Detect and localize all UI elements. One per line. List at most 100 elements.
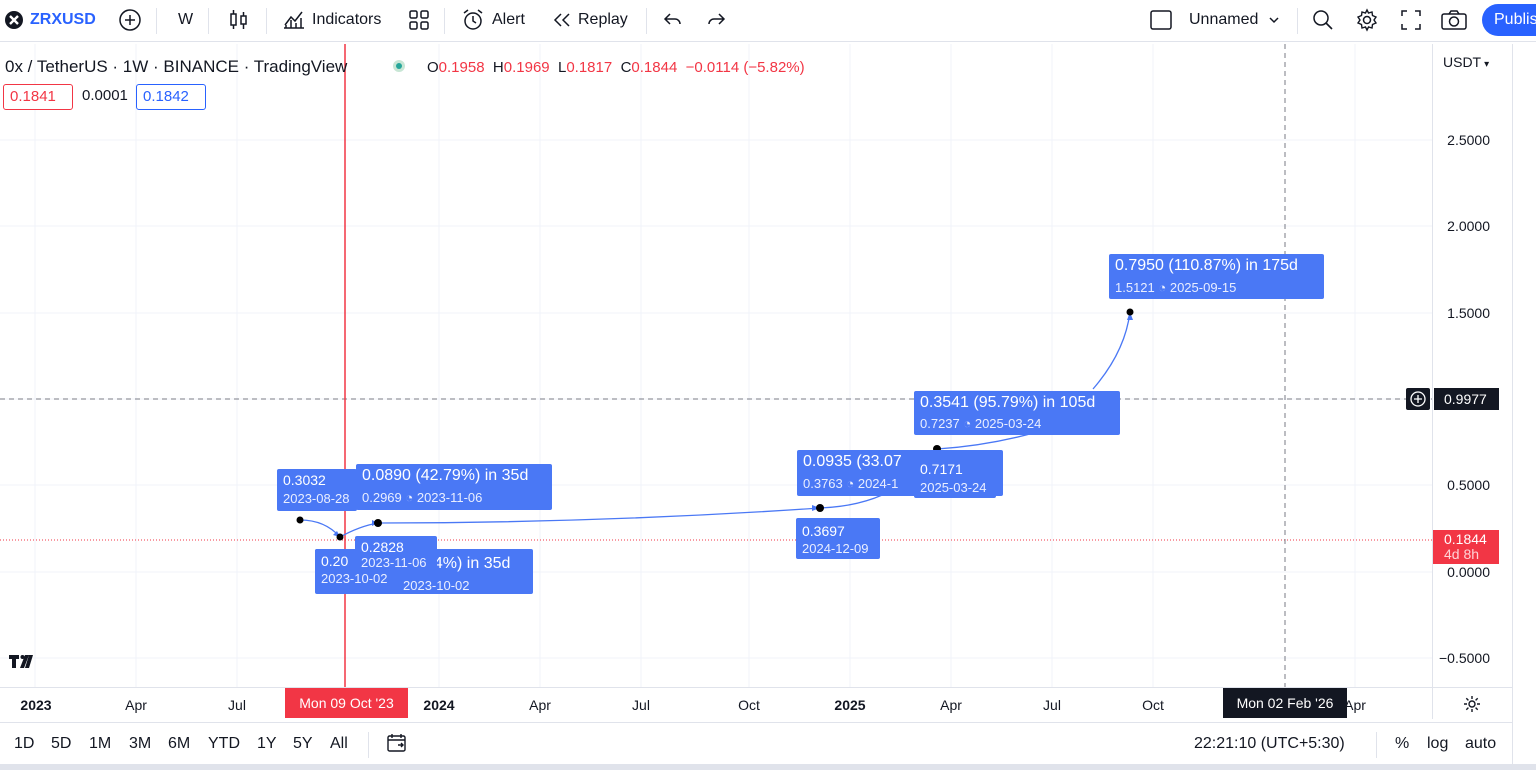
price-axis[interactable]: USDT ▾ 2.5000 2.0000 1.5000 0.5000 0.0000… <box>1432 44 1512 687</box>
time-tick: 2025 <box>834 697 866 713</box>
price-tick: 1.5000 <box>1447 305 1490 321</box>
time-tick: Apr <box>529 697 551 713</box>
add-alert-crosshair-button[interactable] <box>1406 388 1430 410</box>
layout-name-label: Unnamed <box>1189 11 1259 28</box>
indicators-button[interactable]: Indicators <box>282 0 381 40</box>
redo-button[interactable] <box>705 0 727 40</box>
projection-label-a8[interactable]: 0.3697 2024-12-09 <box>796 518 880 559</box>
projection-label-a4[interactable]: 0.2828 2023-11-06 <box>355 536 437 572</box>
currency-selector[interactable]: USDT ▾ <box>1443 54 1489 70</box>
projection-label-a9[interactable]: 0.3541 (95.79%) in 105d 0.7237 ◔ 2025-03… <box>914 391 1120 435</box>
camera-icon <box>1440 8 1468 32</box>
selected-date-label: Mon 09 Oct '23 <box>285 688 408 718</box>
alert-label: Alert <box>492 11 525 28</box>
range-3m-button[interactable]: 3M <box>129 735 151 753</box>
search-icon <box>1311 8 1335 32</box>
crosshair-date-label: Mon 02 Feb '26 <box>1223 688 1347 718</box>
zrx-logo-icon <box>4 10 24 30</box>
gear-icon <box>1355 8 1379 32</box>
time-axis[interactable]: 2023 Apr Jul 2024 Apr Jul Oct 2025 Apr J… <box>0 687 1432 719</box>
range-6m-button[interactable]: 6M <box>168 735 190 753</box>
candles-icon <box>228 8 250 32</box>
time-tick: Apr <box>940 697 962 713</box>
price-tick: 2.5000 <box>1447 132 1490 148</box>
spread-value: 0.0001 <box>76 84 134 110</box>
add-symbol-button[interactable] <box>118 0 142 40</box>
range-all-button[interactable]: All <box>330 735 348 753</box>
bottom-edge <box>0 764 1536 770</box>
right-widget-bar[interactable] <box>1512 44 1536 770</box>
replay-label: Replay <box>578 11 628 28</box>
price-tick: 0.5000 <box>1447 477 1490 493</box>
layout-icon <box>1149 8 1173 32</box>
range-ytd-button[interactable]: YTD <box>208 735 240 753</box>
buy-price-button[interactable]: 0.1842 <box>136 84 206 110</box>
fullscreen-icon <box>1399 8 1423 32</box>
chart-type-button[interactable] <box>228 0 250 40</box>
projection-label-a7[interactable]: 0.7171 2025-03-24 <box>914 458 996 498</box>
chevron-down-icon <box>1268 14 1280 26</box>
range-1d-button[interactable]: 1D <box>14 735 34 753</box>
replay-icon <box>552 10 572 30</box>
time-tick: Apr <box>1344 697 1366 713</box>
undo-icon <box>662 9 684 31</box>
projection-label-a10[interactable]: 0.7950 (110.87%) in 175d 1.5121 ◔ 2025-0… <box>1109 254 1324 299</box>
crosshair-price-label: 0.9977 <box>1434 388 1499 410</box>
time-tick: Jul <box>1043 697 1061 713</box>
clock-timezone[interactable]: 22:21:10 (UTC+5:30) <box>1194 735 1345 753</box>
plus-circle-icon <box>1410 391 1426 407</box>
symbol-search-button[interactable]: ZRXUSD <box>4 0 96 40</box>
indicators-icon <box>282 8 306 32</box>
search-button[interactable] <box>1311 0 1335 40</box>
range-1y-button[interactable]: 1Y <box>257 735 277 753</box>
replay-button[interactable]: Replay <box>552 0 628 40</box>
time-tick: Jul <box>228 697 246 713</box>
interval-button[interactable]: W <box>178 0 193 40</box>
goto-date-button[interactable] <box>386 732 408 759</box>
fullscreen-button[interactable] <box>1399 0 1423 40</box>
templates-button[interactable] <box>407 0 431 40</box>
bottom-toolbar: 1D 5D 1M 3M 6M YTD 1Y 5Y All 22:21:10 (U… <box>0 722 1512 766</box>
time-tick: 2024 <box>423 697 455 713</box>
chart-settings-button[interactable] <box>1432 687 1512 719</box>
indicators-label: Indicators <box>312 11 382 28</box>
settings-icon <box>1464 696 1480 712</box>
layout-button[interactable]: Unnamed <box>1149 0 1280 40</box>
projection-label-a1[interactable]: 0.3032 2023-08-28 <box>277 469 357 511</box>
publish-button[interactable]: Publish <box>1482 4 1536 36</box>
add-symbol-icon <box>118 8 142 32</box>
projection-label-a2[interactable]: 0.0890 (42.79%) in 35d 0.2969 ◔ 2023-11-… <box>356 464 552 510</box>
alert-button[interactable]: Alert <box>460 0 525 40</box>
price-tick: 2.0000 <box>1447 218 1490 234</box>
templates-icon <box>407 8 431 32</box>
log-scale-button[interactable]: log <box>1427 735 1448 753</box>
range-1m-button[interactable]: 1M <box>89 735 111 753</box>
market-status-icon[interactable] <box>393 60 405 72</box>
snapshot-button[interactable] <box>1440 0 1468 40</box>
range-5d-button[interactable]: 5D <box>51 735 71 753</box>
last-price-label: 0.1844 4d 8h <box>1433 530 1499 564</box>
price-tick: −0.5000 <box>1439 650 1490 666</box>
calendar-icon <box>387 734 406 752</box>
undo-button[interactable] <box>662 0 684 40</box>
range-5y-button[interactable]: 5Y <box>293 735 313 753</box>
redo-icon <box>705 9 727 31</box>
alert-icon <box>460 7 486 33</box>
interval-label: W <box>178 11 194 28</box>
settings-button[interactable] <box>1355 0 1379 40</box>
top-toolbar: ZRXUSD W Indicators Alert Replay Unnamed… <box>0 0 1536 42</box>
time-tick: 2023 <box>20 697 52 713</box>
time-tick: Apr <box>125 697 147 713</box>
time-tick: Jul <box>632 697 650 713</box>
time-tick: Oct <box>1142 697 1164 713</box>
auto-scale-button[interactable]: auto <box>1465 735 1496 753</box>
sell-price-button[interactable]: 0.1841 <box>3 84 73 110</box>
symbol-label: ZRXUSD <box>30 11 96 28</box>
price-tick: 0.0000 <box>1447 564 1490 580</box>
ohlc-values: O0.1958 H0.1969 L0.1817 C0.1844 −0.0114 … <box>427 59 805 76</box>
time-tick: Oct <box>738 697 760 713</box>
symbol-legend-title[interactable]: 0x / TetherUS · 1W · BINANCE · TradingVi… <box>5 57 347 77</box>
percent-scale-button[interactable]: % <box>1395 735 1409 753</box>
tv-logo-icon[interactable] <box>8 650 36 672</box>
chart-pane[interactable]: 0.3032 2023-08-28 0.0890 (42.79%) in 35d… <box>0 44 1432 687</box>
